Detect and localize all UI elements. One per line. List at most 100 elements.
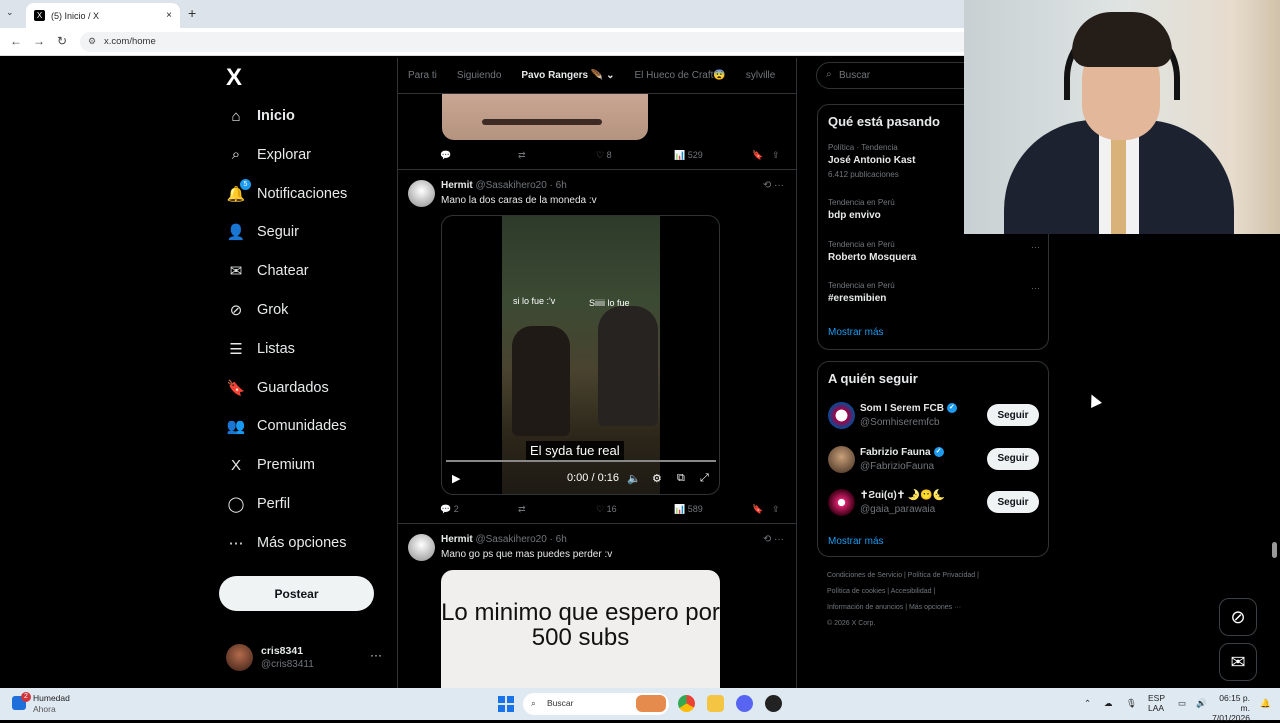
messages-fab-icon[interactable]: ✉ <box>1219 643 1257 681</box>
repost-icon[interactable]: ⇄ <box>518 504 526 515</box>
who-to-follow-panel: A quién seguir Som I Serem FCB ✓ @Somhiser… <box>817 361 1049 557</box>
tray-app-icon[interactable]: ☁ <box>1104 698 1113 709</box>
sidebar-item-explorar[interactable]: ⌕ Explorar <box>218 136 311 174</box>
video-caption-right: Siiiii lo fue <box>589 298 630 308</box>
suggestion-name[interactable]: Fabrizio Fauna ✓ <box>860 447 944 458</box>
sidebar-item-seguir[interactable]: 👤 Seguir <box>218 213 299 251</box>
sidebar-item-más-opciones[interactable]: ⋯ Más opciones <box>218 524 347 562</box>
post-more-icon[interactable]: ⟲ ··· <box>763 180 784 191</box>
back-icon[interactable]: ← <box>10 34 22 48</box>
mic-icon[interactable]: 🎙 <box>1126 698 1137 709</box>
post-author[interactable]: Hermit @Sasakihero20 · 6h <box>441 180 567 191</box>
trend-item[interactable]: Tendencia en Perú Roberto Mosquera ··· <box>828 240 1040 263</box>
x-logo-icon[interactable]: X <box>226 64 242 92</box>
sidebar-item-perfil[interactable]: ◯ Perfil <box>218 485 290 523</box>
browser-tab-active[interactable]: X (5) Inicio / X × <box>26 3 180 28</box>
follow-suggestion[interactable]: Som I Serem FCB ✓ @Somhiseremfcb Seguir <box>828 402 1042 432</box>
sidebar-item-chatear[interactable]: ✉ Chatear <box>218 252 309 290</box>
timeline-tab[interactable]: El Hueco de Craft😨 <box>624 70 735 81</box>
sidebar-item-premium[interactable]: X Premium <box>218 446 315 484</box>
clock[interactable]: 06:15 p. m. 7/01/2026 <box>1210 693 1250 723</box>
sidebar-item-guardados[interactable]: 🔖 Guardados <box>218 369 329 407</box>
volume-icon[interactable]: 🔈 <box>627 472 641 485</box>
repost-icon[interactable]: ⇄ <box>518 150 526 161</box>
sidebar-item-inicio[interactable]: ⌂ Inicio <box>218 97 294 135</box>
notifications-icon[interactable]: 🔔 <box>1260 698 1271 709</box>
post-more-icon[interactable]: ⟲ ··· <box>763 534 784 545</box>
who-show-more[interactable]: Mostrar más <box>828 536 884 547</box>
trend-item[interactable]: Tendencia en Perú #eresmibien ··· <box>828 281 1040 304</box>
avatar[interactable] <box>408 180 435 207</box>
suggestion-name[interactable]: ✝Ƨɑi(ɑ)✝ 🌛😶🌜 <box>860 490 945 501</box>
trends-show-more[interactable]: Mostrar más <box>828 327 884 338</box>
video-player[interactable]: si lo fue :'v Siiiii lo fue El syda fue … <box>441 215 720 495</box>
sidebar-item-label: Grok <box>257 302 289 318</box>
network-icon[interactable]: ▭ <box>1178 698 1186 709</box>
start-icon[interactable] <box>498 696 514 712</box>
fullscreen-icon[interactable]: ⤢ <box>700 472 709 485</box>
footer-links[interactable]: © 2026 X Corp. <box>827 620 875 627</box>
reload-icon[interactable]: ↻ <box>57 34 67 48</box>
follow-button[interactable]: Seguir <box>987 404 1039 426</box>
language-indicator[interactable]: ESP LAA <box>1148 693 1165 713</box>
widget-app-icon[interactable] <box>636 695 666 712</box>
video-progress-bar[interactable] <box>446 460 716 462</box>
new-tab-button[interactable]: + <box>188 5 196 21</box>
sidebar-item-comunidades[interactable]: 👥 Comunidades <box>218 407 347 445</box>
like-button[interactable]: ♡ 8 <box>596 150 612 161</box>
post-author[interactable]: Hermit @Sasakihero20 · 6h <box>441 534 567 545</box>
footer-links[interactable]: Condiciones de Servicio | Política de Pr… <box>827 572 979 579</box>
follow-suggestion[interactable]: Fabrizio Fauna ✓ @FabrizioFauna Seguir <box>828 445 1042 476</box>
play-icon[interactable]: ▶ <box>452 472 460 485</box>
avatar[interactable] <box>828 402 855 429</box>
avatar[interactable] <box>828 445 855 473</box>
avatar[interactable] <box>408 534 435 561</box>
forward-icon[interactable]: → <box>33 34 45 48</box>
post-image-text[interactable]: Lo minimo que espero por 500 subs <box>441 570 720 688</box>
pip-icon[interactable]: ⧉ <box>677 472 685 485</box>
discord-icon[interactable] <box>736 695 753 712</box>
obs-icon[interactable] <box>765 695 782 712</box>
sidebar-item-grok[interactable]: ⊘ Grok <box>218 291 289 329</box>
post-button[interactable]: Postear <box>219 576 374 611</box>
bookmark-icon[interactable]: 🔖 <box>752 504 763 515</box>
account-switcher[interactable]: cris8341 @cris83411 ··· <box>226 644 386 674</box>
views-count[interactable]: 📊 529 <box>674 150 703 161</box>
footer-links[interactable]: Política de cookies | Accesibilidad | <box>827 588 935 595</box>
post-image[interactable] <box>442 94 648 140</box>
account-more-icon[interactable]: ··· <box>370 648 382 662</box>
sidebar-item-notificaciones[interactable]: 🔔 5 Notificaciones <box>218 175 347 213</box>
volume-icon[interactable]: 🔊 <box>1196 698 1207 709</box>
reply-button[interactable]: 💬 2 <box>440 504 459 515</box>
bell-icon: 🔔 5 <box>227 178 251 203</box>
follow-button[interactable]: Seguir <box>987 491 1039 513</box>
post[interactable]: Hermit @Sasakihero20 · 6h ⟲ ··· Mano la … <box>398 170 796 524</box>
timeline-tab[interactable]: Siguiendo <box>447 70 511 81</box>
tray-expand-icon[interactable]: ⌃ <box>1084 698 1091 709</box>
trend-more-icon[interactable]: ··· <box>1031 242 1040 252</box>
timeline-tab[interactable]: Para ti <box>398 70 447 81</box>
bookmark-icon[interactable]: 🔖 <box>752 150 763 161</box>
grok-fab-icon[interactable]: ⊘ <box>1219 598 1257 636</box>
footer-links[interactable]: Información de anuncios | Más opciones ·… <box>827 604 961 611</box>
avatar[interactable] <box>828 489 855 516</box>
scrollbar-thumb[interactable] <box>1272 542 1277 558</box>
timeline-tab[interactable]: Pavo Rangers 🪶 ⌄ <box>511 70 624 81</box>
views-count[interactable]: 📊 589 <box>674 504 703 515</box>
sidebar-item-listas[interactable]: ☰ Listas <box>218 330 295 368</box>
follow-suggestion[interactable]: ✝Ƨɑi(ɑ)✝ 🌛😶🌜 @gaia_parawaia Seguir <box>828 489 1042 519</box>
suggestion-name[interactable]: Som I Serem FCB ✓ <box>860 403 957 414</box>
site-info-icon[interactable]: ⚙ <box>88 36 96 47</box>
timeline-tab[interactable]: sylville <box>736 70 785 81</box>
share-icon[interactable]: ⇪ <box>772 150 780 161</box>
share-icon[interactable]: ⇪ <box>772 504 780 515</box>
reply-icon[interactable]: 💬 <box>440 150 451 161</box>
follow-button[interactable]: Seguir <box>987 447 1039 470</box>
tab-close-icon[interactable]: × <box>166 10 172 21</box>
settings-icon[interactable]: ⚙ <box>652 472 662 485</box>
chrome-icon[interactable] <box>678 695 695 712</box>
like-button[interactable]: ♡ 16 <box>596 504 617 515</box>
file-explorer-icon[interactable] <box>707 695 724 712</box>
trend-more-icon[interactable]: ··· <box>1031 283 1040 293</box>
tab-list-dropdown-icon[interactable]: ⌄ <box>6 7 14 18</box>
